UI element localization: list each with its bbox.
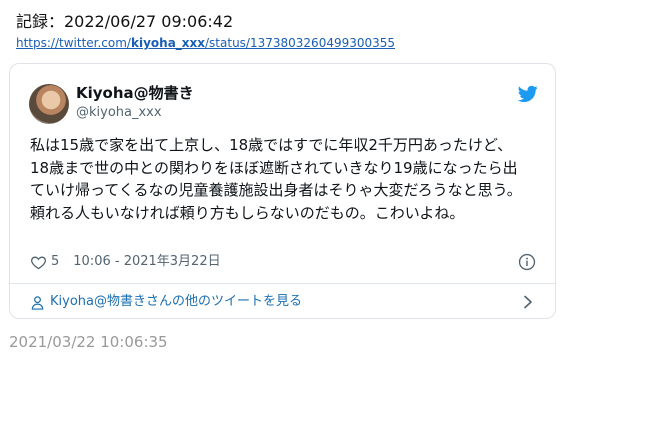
heart-icon[interactable] — [30, 254, 47, 271]
url-suffix: /status/1373803260499300355 — [205, 36, 396, 50]
record-label: 記録：2022/06/27 09:06:42 — [16, 12, 234, 31]
author-name[interactable]: Kiyoha@物書き — [76, 83, 194, 103]
tweet-meta: 5 10:06 - 2021年3月22日 — [30, 252, 221, 272]
tweet-timestamp[interactable]: 10:06 - 2021年3月22日 — [73, 252, 220, 272]
info-icon[interactable] — [518, 253, 536, 271]
twitter-bird-icon[interactable] — [518, 85, 538, 103]
like-count: 5 — [51, 254, 60, 269]
more-tweets-link[interactable]: Kiyoha@物書きさんの他のツイートを見る — [30, 292, 302, 312]
embedded-tweet-card[interactable]: Kiyoha@物書き @kiyoha_xxx 私は15歳で家を出て上京し、18歳… — [9, 63, 556, 319]
url-user: kiyoha_xxx — [130, 36, 206, 50]
url-prefix: https://twitter.com/ — [16, 36, 131, 50]
page: 記録：2022/06/27 09:06:42 https://twitter.c… — [0, 0, 660, 442]
tweet-url-link[interactable]: https://twitter.com/kiyoha_xxx/status/13… — [16, 35, 395, 51]
card-divider — [10, 283, 555, 284]
chevron-right-icon[interactable] — [522, 295, 534, 309]
tweet-text: 私は15歳で家を出て上京し、18歳ではすでに年収2千万円あったけど、18歳まで世… — [30, 136, 522, 222]
archived-timestamp: 2021/03/22 10:06:35 — [9, 333, 168, 351]
avatar[interactable] — [29, 84, 69, 124]
person-icon — [31, 295, 44, 310]
more-tweets-label: Kiyoha@物書きさんの他のツイートを見る — [50, 294, 302, 309]
author-handle[interactable]: @kiyoha_xxx — [76, 104, 162, 121]
